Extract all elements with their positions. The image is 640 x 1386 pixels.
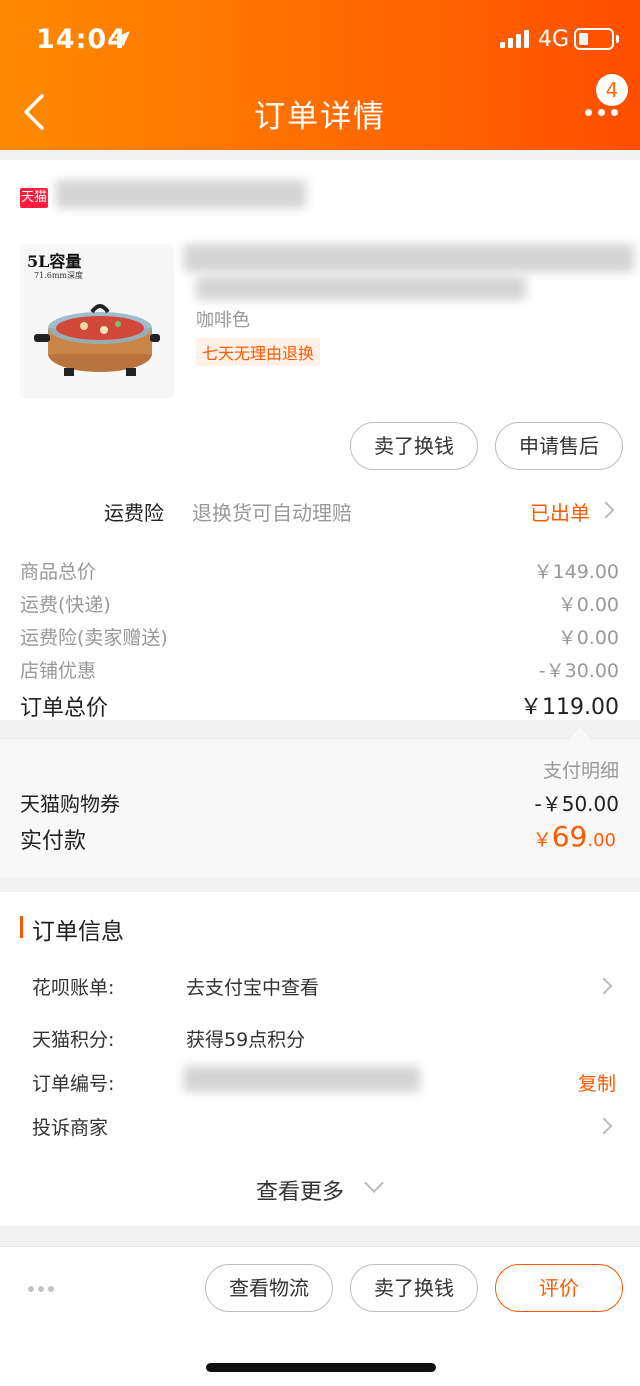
copy-order-number-button[interactable]: 复制 bbox=[578, 1069, 616, 1096]
paid-integer: 69 bbox=[551, 820, 588, 853]
order-total-label: 订单总价 bbox=[20, 696, 109, 721]
price-row-value: ￥0.00 bbox=[557, 627, 619, 649]
shop-name-redacted[interactable] bbox=[56, 180, 306, 208]
price-row-value: -￥30.00 bbox=[538, 660, 619, 682]
price-row-label: 运费险(卖家赠送) bbox=[20, 627, 168, 649]
sell-exchange-button[interactable]: 卖了换钱 bbox=[350, 422, 478, 470]
top-header: 14:04 4G 订单详情 4 bbox=[0, 0, 640, 150]
location-arrow-icon bbox=[114, 31, 130, 47]
huabei-label: 花呗账单: bbox=[32, 977, 115, 999]
image-caption: 5L容量 bbox=[27, 252, 82, 271]
complain-merchant-label[interactable]: 投诉商家 bbox=[32, 1113, 108, 1140]
review-button[interactable]: 评价 bbox=[495, 1264, 623, 1312]
points-label: 天猫积分: bbox=[32, 1029, 115, 1051]
product-spec: 咖啡色 bbox=[196, 310, 250, 331]
image-subcaption: 71.6mm深度 bbox=[34, 271, 83, 280]
paid-decimal: .00 bbox=[587, 830, 616, 851]
sell-exchange-bottom-button[interactable]: 卖了换钱 bbox=[350, 1264, 478, 1312]
page-title: 订单详情 bbox=[254, 99, 386, 135]
paid-currency: ￥ bbox=[532, 829, 552, 851]
electric-pot-image bbox=[34, 304, 160, 376]
price-row-label: 商品总价 bbox=[20, 561, 97, 583]
tmall-tag: 天猫 bbox=[20, 188, 48, 208]
order-number-redacted bbox=[184, 1066, 420, 1092]
product-title-redacted-line2[interactable] bbox=[196, 276, 526, 300]
order-info-title: 订单信息 bbox=[32, 919, 124, 945]
product-title-redacted[interactable] bbox=[184, 244, 634, 272]
product-image[interactable]: 5L容量 71.6mm深度 bbox=[20, 244, 174, 398]
order-number-label: 订单编号: bbox=[32, 1073, 115, 1095]
return-policy-tag: 七天无理由退换 bbox=[196, 338, 321, 366]
coupon-value: -￥50.00 bbox=[534, 792, 619, 816]
network-type: 4G bbox=[538, 27, 570, 52]
battery-tip bbox=[616, 35, 619, 43]
more-actions-icon[interactable] bbox=[28, 1286, 60, 1292]
price-row-label: 店铺优惠 bbox=[20, 660, 97, 682]
insurance-label: 运费险 bbox=[104, 501, 164, 525]
huabei-value[interactable]: 去支付宝中查看 bbox=[186, 973, 319, 1000]
order-total-value: ￥119.00 bbox=[520, 695, 619, 720]
view-logistics-button[interactable]: 查看物流 bbox=[205, 1264, 333, 1312]
insurance-desc: 退换货可自动理赔 bbox=[192, 501, 352, 525]
signal-icon bbox=[500, 30, 529, 48]
points-value: 获得59点积分 bbox=[186, 1029, 306, 1051]
price-row-label: 运费(快递) bbox=[20, 594, 111, 616]
home-indicator[interactable] bbox=[206, 1363, 436, 1372]
notification-badge: 4 bbox=[596, 74, 628, 106]
paid-amount: ￥69.00 bbox=[533, 820, 616, 853]
coupon-label: 天猫购物券 bbox=[20, 792, 120, 816]
paid-label: 实付款 bbox=[20, 829, 87, 854]
price-row-value: ￥149.00 bbox=[533, 561, 619, 583]
payment-detail-label: 支付明细 bbox=[542, 760, 619, 782]
after-sale-button[interactable]: 申请售后 bbox=[495, 422, 623, 470]
see-more-button[interactable]: 查看更多 bbox=[256, 1174, 344, 1206]
battery-icon bbox=[574, 28, 614, 50]
section-accent-bar bbox=[20, 916, 23, 938]
price-row-value: ￥0.00 bbox=[557, 594, 619, 616]
insurance-status[interactable]: 已出单 bbox=[530, 497, 590, 526]
